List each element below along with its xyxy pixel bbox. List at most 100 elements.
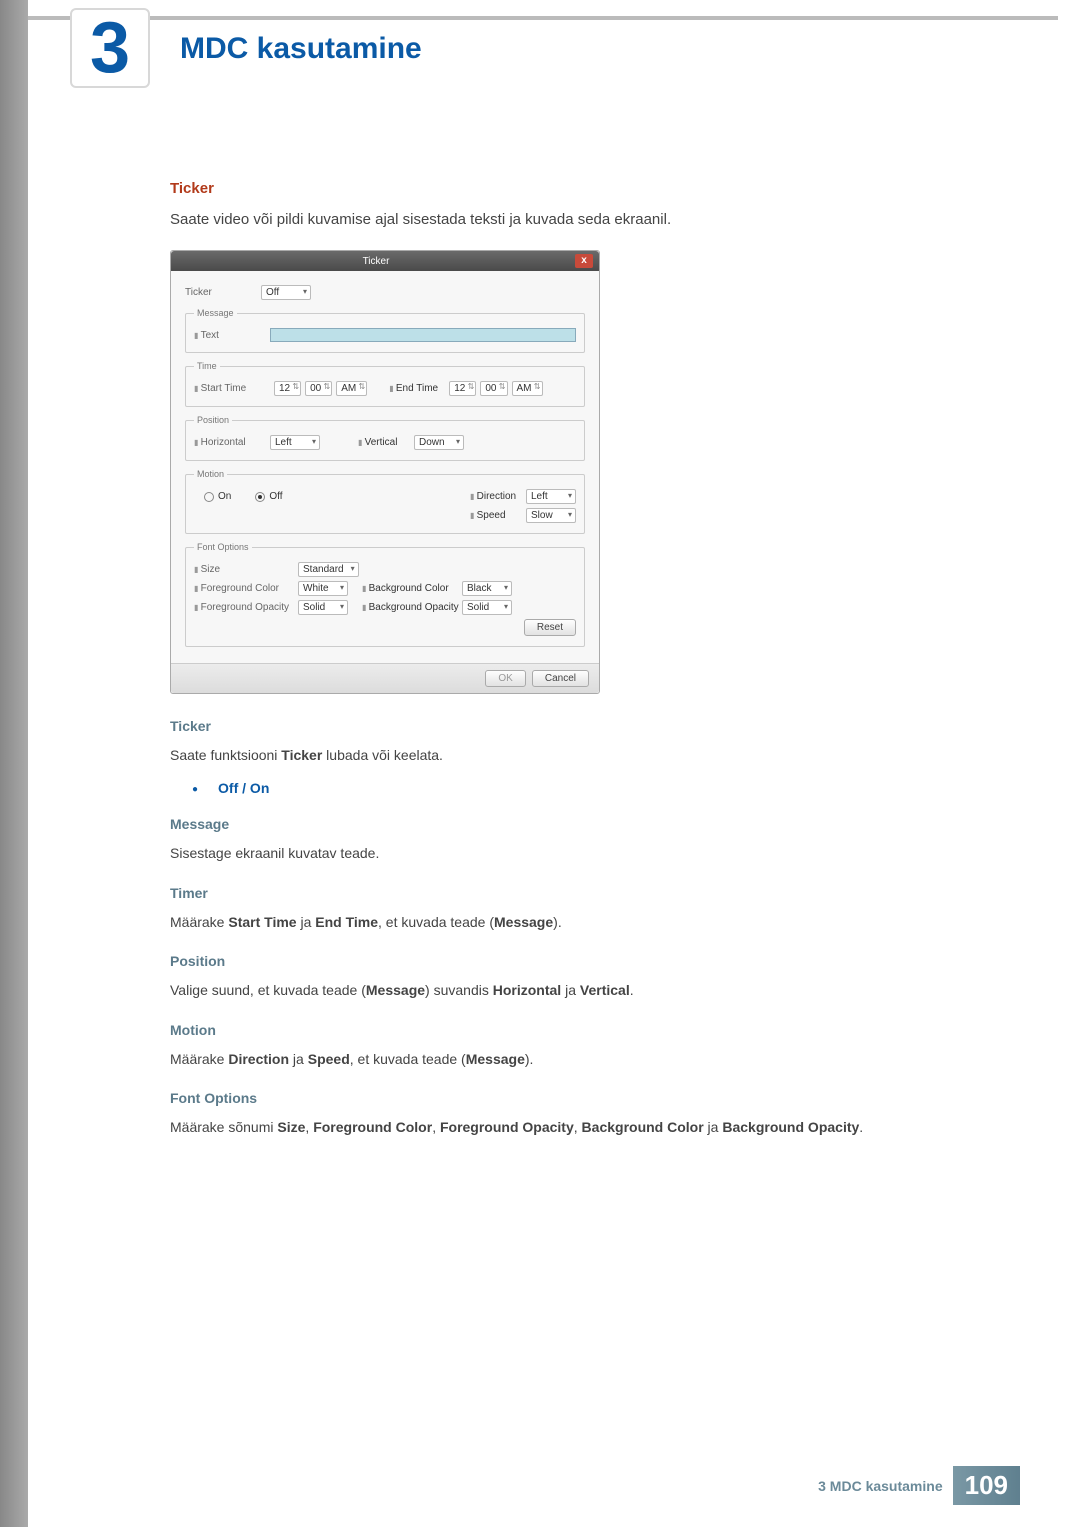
direction-select[interactable]: Left	[526, 489, 576, 504]
message-text-input[interactable]	[270, 328, 576, 342]
ticker-label: Ticker	[185, 287, 261, 298]
bold-span: Foreground Opacity	[440, 1119, 574, 1135]
text-span: ).	[553, 914, 562, 930]
bold-span: Speed	[308, 1051, 350, 1067]
start-min-spinner[interactable]: 00	[305, 381, 332, 396]
text-label: Text	[194, 330, 270, 341]
section-intro: Saate video või pildi kuvamise ajal sise…	[170, 211, 970, 228]
font-fieldset: Font Options Size Standard Foreground Co…	[185, 542, 585, 647]
bold-span: End Time	[315, 914, 378, 930]
bgop-select[interactable]: Solid	[462, 600, 512, 615]
text-span: ja	[561, 982, 580, 998]
position-fieldset: Position Horizontal Left Vertical Down	[185, 415, 585, 461]
bgop-label: Background Opacity	[362, 602, 462, 613]
bold-span: Message	[466, 1051, 525, 1067]
text-span: lubada või keelata.	[322, 747, 443, 763]
start-time-label: Start Time	[194, 383, 270, 394]
horizontal-label: Horizontal	[194, 437, 270, 448]
text-span: ja	[704, 1119, 723, 1135]
text-span: ) suvandis	[425, 982, 493, 998]
close-icon[interactable]: x	[575, 254, 593, 268]
chapter-number: 3	[90, 12, 130, 84]
time-fieldset: Time Start Time 12 00 AM End Time 12 00 …	[185, 361, 585, 407]
bold-span: Background Opacity	[722, 1119, 859, 1135]
speed-label: Speed	[470, 510, 526, 521]
chapter-number-badge: 3	[70, 8, 150, 88]
text-span: Määrake	[170, 914, 228, 930]
horizontal-select[interactable]: Left	[270, 435, 320, 450]
bold-span: Background Color	[582, 1119, 704, 1135]
text-span: Määrake	[170, 1051, 228, 1067]
start-ampm-spinner[interactable]: AM	[336, 381, 367, 396]
footer-text: 3 MDC kasutamine	[818, 1478, 942, 1494]
motion-on-radio[interactable]	[204, 492, 214, 502]
body-motion-heading: Motion	[170, 1022, 970, 1038]
text-span: ja	[289, 1051, 308, 1067]
bold-span: Message	[494, 914, 553, 930]
fgop-label: Foreground Opacity	[194, 602, 298, 613]
bold-span: Direction	[228, 1051, 289, 1067]
text-span: .	[630, 982, 634, 998]
fgcolor-select[interactable]: White	[298, 581, 348, 596]
fgcolor-label: Foreground Color	[194, 583, 298, 594]
body-ticker-heading: Ticker	[170, 718, 970, 734]
off-on-text: Off / On	[218, 780, 269, 796]
vertical-select[interactable]: Down	[414, 435, 464, 450]
chapter-title: MDC kasutamine	[180, 32, 422, 66]
body-timer-paragraph: Määrake Start Time ja End Time, et kuvad…	[170, 911, 970, 933]
fgop-select[interactable]: Solid	[298, 600, 348, 615]
text-span: Valige suund, et kuvada teade (	[170, 982, 366, 998]
message-fieldset: Message Text	[185, 308, 585, 353]
size-label: Size	[194, 564, 298, 575]
message-legend: Message	[194, 308, 237, 318]
bgcolor-select[interactable]: Black	[462, 581, 512, 596]
top-rule	[28, 16, 1058, 20]
size-select[interactable]: Standard	[298, 562, 359, 577]
body-ticker-paragraph: Saate funktsiooni Ticker lubada või keel…	[170, 744, 970, 766]
bold-span: Start Time	[228, 914, 296, 930]
bgcolor-label: Background Color	[362, 583, 462, 594]
start-hour-spinner[interactable]: 12	[274, 381, 301, 396]
motion-fieldset: Motion On Off Direction Left Speed Slow	[185, 469, 585, 534]
ok-button[interactable]: OK	[485, 670, 525, 687]
body-message-heading: Message	[170, 816, 970, 832]
font-legend: Font Options	[194, 542, 252, 552]
dialog-title: Ticker	[177, 256, 575, 267]
vertical-label: Vertical	[358, 437, 414, 448]
bold-span: Ticker	[281, 747, 322, 763]
motion-legend: Motion	[194, 469, 227, 479]
cancel-button[interactable]: Cancel	[532, 670, 589, 687]
text-span: .	[859, 1119, 863, 1135]
motion-off-label: Off	[269, 491, 282, 502]
end-hour-spinner[interactable]: 12	[449, 381, 476, 396]
bullet-icon: ●	[192, 784, 198, 795]
time-legend: Time	[194, 361, 220, 371]
end-min-spinner[interactable]: 00	[480, 381, 507, 396]
text-span: ,	[432, 1119, 440, 1135]
bold-span: Horizontal	[493, 982, 561, 998]
text-span: , et kuvada teade (	[350, 1051, 466, 1067]
text-span: ).	[525, 1051, 534, 1067]
bold-span: Message	[366, 982, 425, 998]
body-font-paragraph: Määrake sõnumi Size, Foreground Color, F…	[170, 1116, 970, 1138]
end-ampm-spinner[interactable]: AM	[512, 381, 543, 396]
body-message-paragraph: Sisestage ekraanil kuvatav teade.	[170, 842, 970, 864]
body-position-heading: Position	[170, 953, 970, 969]
text-span: ,	[574, 1119, 582, 1135]
left-border-strip	[0, 0, 28, 1527]
off-on-bullet: ● Off / On	[192, 780, 970, 796]
bold-span: Vertical	[580, 982, 630, 998]
body-timer-heading: Timer	[170, 885, 970, 901]
body-position-paragraph: Valige suund, et kuvada teade (Message) …	[170, 979, 970, 1001]
page-number: 109	[953, 1466, 1020, 1505]
position-legend: Position	[194, 415, 232, 425]
page-footer: 3 MDC kasutamine 109	[818, 1466, 1020, 1505]
ticker-dialog: Ticker x Ticker Off Message Text Time St…	[170, 250, 600, 694]
motion-off-radio[interactable]	[255, 492, 265, 502]
motion-on-label: On	[218, 491, 231, 502]
bold-span: Foreground Color	[313, 1119, 432, 1135]
text-span: Saate funktsiooni	[170, 747, 281, 763]
reset-button[interactable]: Reset	[524, 619, 576, 636]
ticker-select[interactable]: Off	[261, 285, 311, 300]
speed-select[interactable]: Slow	[526, 508, 576, 523]
